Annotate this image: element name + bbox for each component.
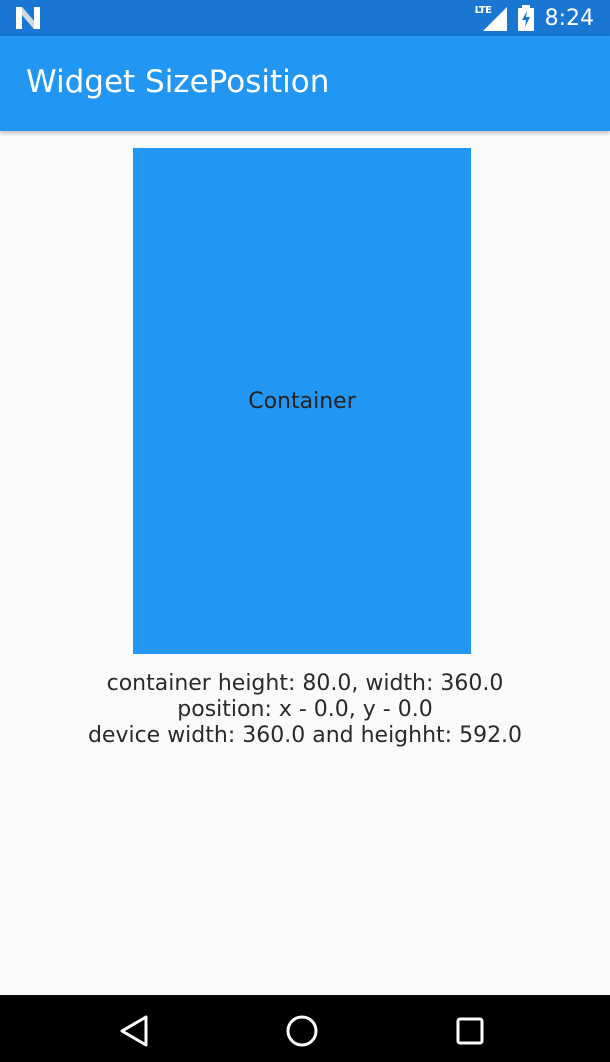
signal-icon: LTE: [475, 5, 507, 31]
back-icon[interactable]: [116, 1013, 152, 1049]
info-line-device: device width: 360.0 and heighht: 592.0: [87, 723, 523, 748]
n-logo-icon: [14, 5, 42, 31]
navigation-bar: [0, 995, 610, 1062]
main-content: Container container height: 80.0, width:…: [0, 131, 610, 995]
status-bar: LTE 8:24: [0, 0, 610, 36]
battery-charging-icon: [517, 5, 535, 31]
recents-icon[interactable]: [452, 1013, 488, 1049]
home-icon[interactable]: [284, 1013, 320, 1049]
container-label: Container: [248, 388, 356, 414]
info-line-position: position: x - 0.0, y - 0.0: [177, 697, 433, 722]
page-title: Widget SizePosition: [26, 64, 330, 100]
container-box: Container: [133, 148, 471, 654]
status-icons: LTE 8:24: [475, 0, 594, 36]
info-text: container height: 80.0, width: 360.0 pos…: [0, 671, 610, 749]
status-clock: 8:24: [544, 5, 594, 31]
signal-bars: [482, 7, 507, 31]
app-bar: Widget SizePosition: [0, 36, 610, 131]
info-line-size: container height: 80.0, width: 360.0: [106, 671, 504, 696]
